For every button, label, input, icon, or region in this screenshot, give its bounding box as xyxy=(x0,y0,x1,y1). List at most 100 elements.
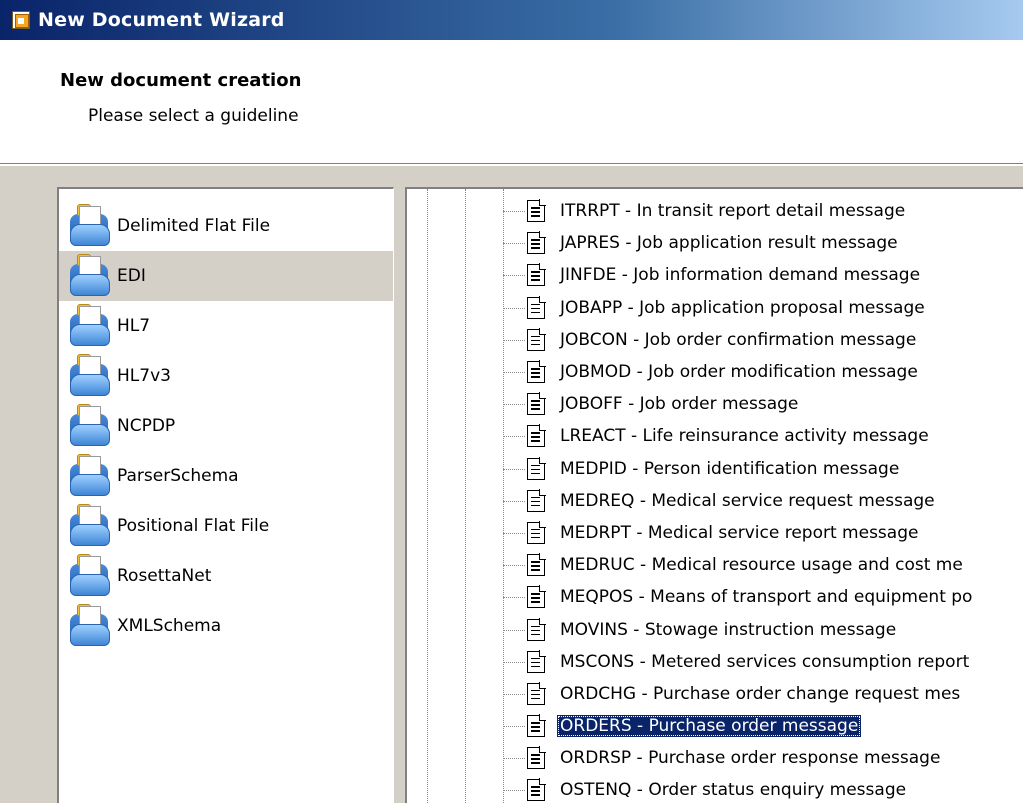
tree-item-label: ORDRSP - Purchase order response message xyxy=(560,748,941,769)
tree-branch-line xyxy=(503,758,525,760)
tree-item[interactable]: MEQPOS - Means of transport and equipmen… xyxy=(407,581,1023,613)
document-icon xyxy=(527,488,546,512)
category-label: Delimited Flat File xyxy=(117,216,271,236)
tree-branch-line xyxy=(503,468,525,470)
document-icon xyxy=(527,553,546,577)
category-item[interactable]: NCPDP xyxy=(59,401,393,451)
tree-branch-line xyxy=(503,726,525,728)
tree-item[interactable]: JOBCON - Job order confirmation message xyxy=(407,324,1023,356)
tree-branch-line xyxy=(503,275,525,277)
tree-branch-line xyxy=(503,661,525,663)
tree-item[interactable]: MOVINS - Stowage instruction message xyxy=(407,613,1023,645)
tree-item-label: ORDERS - Purchase order message xyxy=(557,715,862,738)
tree-item-label: ITRRPT - In transit report detail messag… xyxy=(560,201,906,222)
tree-item-label: MSCONS - Metered services consumption re… xyxy=(560,651,970,672)
tree-branch-line xyxy=(503,629,525,631)
wizard-header: New document creation Please select a gu… xyxy=(0,40,1023,166)
document-icon xyxy=(527,681,546,705)
tree-branch-line xyxy=(503,532,525,534)
category-item[interactable]: HL7v3 xyxy=(59,351,393,401)
tree-item[interactable]: JOBMOD - Job order modification message xyxy=(407,356,1023,388)
category-list[interactable]: Delimited Flat File EDI HL7 HL7v3 NCPDP Parse… xyxy=(57,187,394,803)
tree-item[interactable]: MEDRUC - Medical resource usage and cost… xyxy=(407,549,1023,581)
tree-branch-line xyxy=(503,565,525,567)
tree-item-label: JOBOFF - Job order message xyxy=(560,394,799,415)
document-icon xyxy=(527,327,546,351)
tree-branch-line xyxy=(503,243,525,245)
tree-item-label: LREACT - Life reinsurance activity messa… xyxy=(560,426,929,447)
document-icon xyxy=(527,746,546,770)
tree-item[interactable]: MEDREQ - Medical service request message xyxy=(407,485,1023,517)
category-item[interactable]: Delimited Flat File xyxy=(59,201,393,251)
document-icon xyxy=(527,617,546,641)
tree-branch-line xyxy=(503,436,525,438)
tree-branch-line xyxy=(503,693,525,695)
tree-item-label: ORDCHG - Purchase order change request m… xyxy=(560,683,961,704)
tree-item[interactable]: MSCONS - Metered services consumption re… xyxy=(407,646,1023,678)
tree-branch-line xyxy=(503,372,525,374)
tree-branch-line xyxy=(503,339,525,341)
document-icon xyxy=(527,778,546,802)
document-icon xyxy=(527,263,546,287)
document-icon xyxy=(527,424,546,448)
tree-item[interactable]: JINFDE - Job information demand message xyxy=(407,259,1023,291)
tree-item[interactable]: MEDPID - Person identification message xyxy=(407,453,1023,485)
message-tree[interactable]: ITRRPT - In transit report detail messag… xyxy=(405,187,1023,803)
category-item[interactable]: Positional Flat File xyxy=(59,501,393,551)
category-item[interactable]: XMLSchema xyxy=(59,601,393,651)
folder-icon xyxy=(67,504,113,548)
document-icon xyxy=(527,649,546,673)
title-bar[interactable]: New Document Wizard xyxy=(0,0,1023,40)
tree-item-label: MEDPID - Person identification message xyxy=(560,458,900,479)
tree-item[interactable]: JAPRES - Job application result message xyxy=(407,227,1023,259)
category-item[interactable]: RosettaNet xyxy=(59,551,393,601)
page-title: New document creation xyxy=(60,70,302,91)
tree-item[interactable]: LREACT - Life reinsurance activity messa… xyxy=(407,420,1023,452)
tree-item[interactable]: MEDRPT - Medical service report message xyxy=(407,517,1023,549)
document-icon xyxy=(527,231,546,255)
category-item[interactable]: EDI xyxy=(59,251,393,301)
folder-icon xyxy=(67,354,113,398)
tree-item[interactable]: ORDRSP - Purchase order response message xyxy=(407,742,1023,774)
wizard-app-icon xyxy=(12,11,30,29)
window-title: New Document Wizard xyxy=(38,9,285,31)
folder-icon xyxy=(67,604,113,648)
folder-icon xyxy=(67,304,113,348)
tree-item[interactable]: OSTENQ - Order status enquiry message xyxy=(407,774,1023,803)
document-icon xyxy=(527,295,546,319)
tree-item[interactable]: ORDCHG - Purchase order change request m… xyxy=(407,678,1023,710)
category-label: Positional Flat File xyxy=(117,516,270,536)
tree-branch-line xyxy=(503,211,525,213)
tree-item-label: MEDRUC - Medical resource usage and cost… xyxy=(560,555,963,576)
category-label: NCPDP xyxy=(117,416,176,436)
category-item[interactable]: ParserSchema xyxy=(59,451,393,501)
folder-icon xyxy=(67,554,113,598)
folder-icon xyxy=(67,404,113,448)
tree-item-label: MOVINS - Stowage instruction message xyxy=(560,619,897,640)
tree-branch-line xyxy=(503,790,525,792)
folder-icon xyxy=(67,454,113,498)
folder-icon xyxy=(67,254,113,298)
tree-item[interactable]: ORDERS - Purchase order message xyxy=(407,710,1023,742)
tree-item-label: JINFDE - Job information demand message xyxy=(560,265,921,286)
tree-item-label: JOBCON - Job order confirmation message xyxy=(560,329,917,350)
tree-item[interactable]: JOBOFF - Job order message xyxy=(407,388,1023,420)
document-icon xyxy=(527,392,546,416)
tree-branch-line xyxy=(503,500,525,502)
category-item[interactable]: HL7 xyxy=(59,301,393,351)
tree-item-label: MEDREQ - Medical service request message xyxy=(560,490,935,511)
tree-item-label: OSTENQ - Order status enquiry message xyxy=(560,780,907,801)
folder-icon xyxy=(67,204,113,248)
category-label: RosettaNet xyxy=(117,566,212,586)
category-label: XMLSchema xyxy=(117,616,222,636)
tree-item[interactable]: ITRRPT - In transit report detail messag… xyxy=(407,195,1023,227)
document-icon xyxy=(527,520,546,544)
document-icon xyxy=(527,456,546,480)
document-icon xyxy=(527,199,546,223)
document-icon xyxy=(527,585,546,609)
tree-item[interactable]: JOBAPP - Job application proposal messag… xyxy=(407,292,1023,324)
tree-item-label: JOBMOD - Job order modification message xyxy=(560,362,918,383)
document-icon xyxy=(527,360,546,384)
tree-branch-line xyxy=(503,307,525,309)
tree-item-label: JAPRES - Job application result message xyxy=(560,233,898,254)
